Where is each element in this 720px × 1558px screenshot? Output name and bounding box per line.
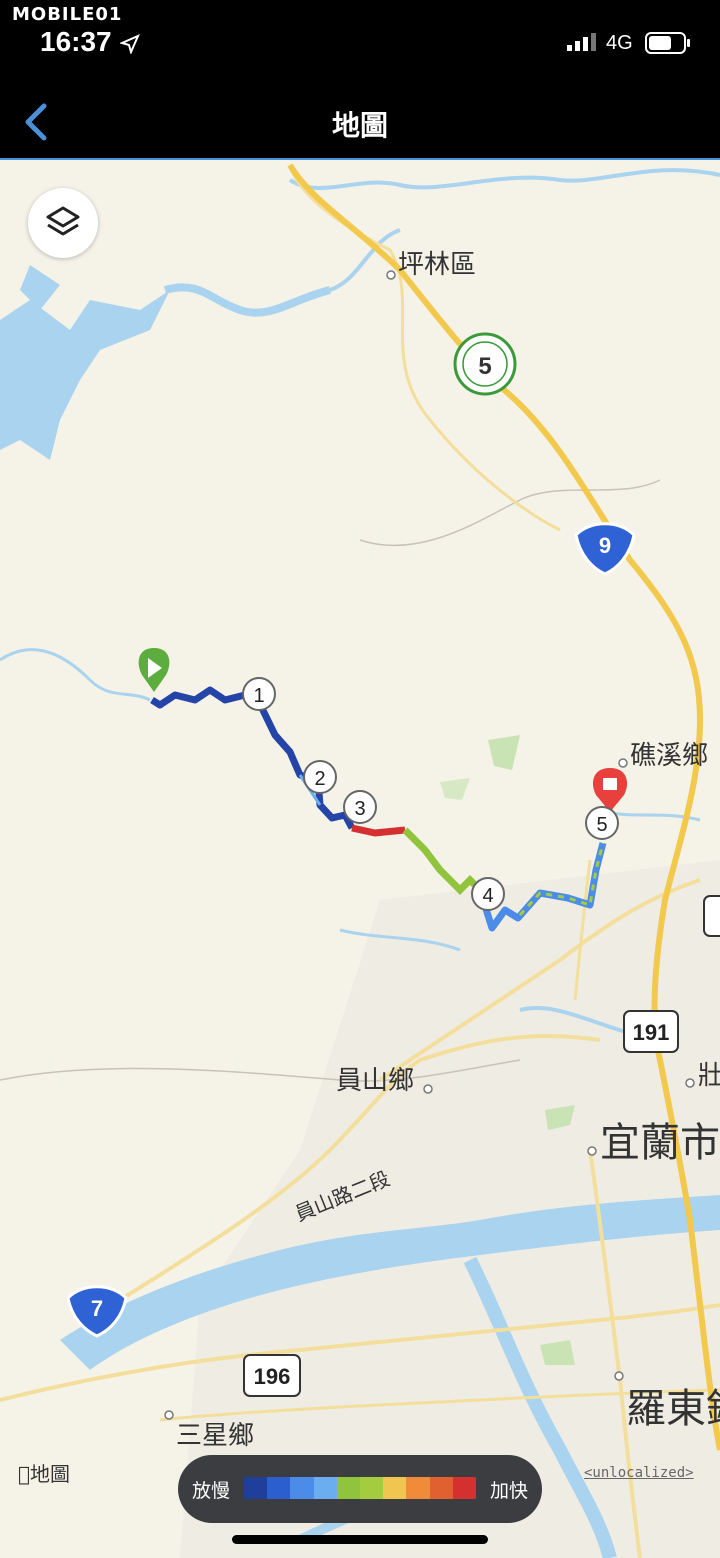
legend-swatch bbox=[406, 1477, 430, 1499]
svg-text:2: 2 bbox=[314, 768, 325, 790]
clock: 16:37 bbox=[40, 26, 112, 57]
legend-fast-label: 加快 bbox=[489, 1480, 528, 1502]
network-type: 4G bbox=[606, 32, 633, 54]
legend-swatch bbox=[429, 1477, 453, 1499]
svg-text:7: 7 bbox=[91, 1296, 103, 1321]
status-bar: MOBILE01 16:37 4G bbox=[0, 0, 720, 80]
map-layers-button[interactable] bbox=[28, 188, 98, 258]
place-label-yuanshan: 員山鄉 bbox=[336, 1066, 415, 1096]
place-label-yilan-city: 宜蘭市 bbox=[600, 1120, 720, 1166]
place-label-sanxing: 三星鄉 bbox=[176, 1421, 255, 1451]
location-arrow-icon bbox=[120, 34, 140, 54]
legend-swatch bbox=[360, 1477, 384, 1499]
route-marker-4[interactable]: 4 bbox=[471, 877, 505, 911]
legend-swatch bbox=[452, 1477, 477, 1499]
home-indicator[interactable] bbox=[232, 1535, 488, 1544]
maps-attribution: 地圖 bbox=[18, 1462, 70, 1486]
highway-shield-196: 196 bbox=[243, 1354, 301, 1397]
page-title: 地圖 bbox=[331, 109, 388, 142]
speed-legend: 放慢 加快 bbox=[178, 1455, 542, 1523]
place-label-zhuangwei: 壯 bbox=[698, 1061, 720, 1091]
legend-swatch bbox=[313, 1477, 337, 1499]
svg-text:191: 191 bbox=[633, 1020, 670, 1045]
apple-logo-icon:  bbox=[18, 1462, 30, 1486]
legend-swatch bbox=[244, 1477, 268, 1499]
navigation-bar: 地圖 bbox=[0, 80, 720, 160]
svg-text:1: 1 bbox=[253, 685, 264, 707]
battery-icon bbox=[645, 32, 690, 54]
legend-swatch bbox=[267, 1477, 291, 1499]
svg-text:9: 9 bbox=[599, 533, 611, 558]
svg-text:4: 4 bbox=[482, 885, 493, 907]
route-marker-1[interactable]: 1 bbox=[242, 677, 276, 711]
place-label-jiaoxi: 礁溪鄉 bbox=[630, 741, 709, 771]
place-label-luodong: 羅東鎮 bbox=[626, 1386, 720, 1432]
map-canvas[interactable]: 5 9 191 7 196 1 2 3 4 5 bbox=[0, 160, 720, 1558]
svg-text:3: 3 bbox=[354, 798, 365, 820]
layers-icon bbox=[46, 206, 80, 236]
map-view[interactable]: 5 9 191 7 196 1 2 3 4 5 bbox=[0, 160, 720, 1558]
legend-slow-label: 放慢 bbox=[192, 1480, 231, 1502]
legend-swatch bbox=[290, 1477, 314, 1499]
legend-swatch bbox=[336, 1477, 361, 1499]
highway-shield-191: 191 bbox=[623, 1010, 679, 1053]
signal-strength-icon bbox=[567, 33, 596, 51]
svg-text:5: 5 bbox=[478, 353, 491, 380]
svg-text:5: 5 bbox=[596, 814, 607, 836]
place-label-pinglin: 坪林區 bbox=[398, 250, 477, 280]
route-marker-3[interactable]: 3 bbox=[343, 790, 377, 824]
legal-link[interactable]: <unlocalized> bbox=[584, 1465, 694, 1481]
route-marker-5[interactable]: 5 bbox=[585, 806, 619, 840]
svg-text:196: 196 bbox=[254, 1364, 291, 1389]
highway-shield-5: 5 bbox=[453, 332, 517, 396]
route-marker-2[interactable]: 2 bbox=[303, 760, 337, 794]
legend-swatch bbox=[383, 1477, 407, 1499]
legend-color-bar bbox=[244, 1477, 477, 1499]
brand-logo: MOBILE01 bbox=[12, 4, 123, 25]
